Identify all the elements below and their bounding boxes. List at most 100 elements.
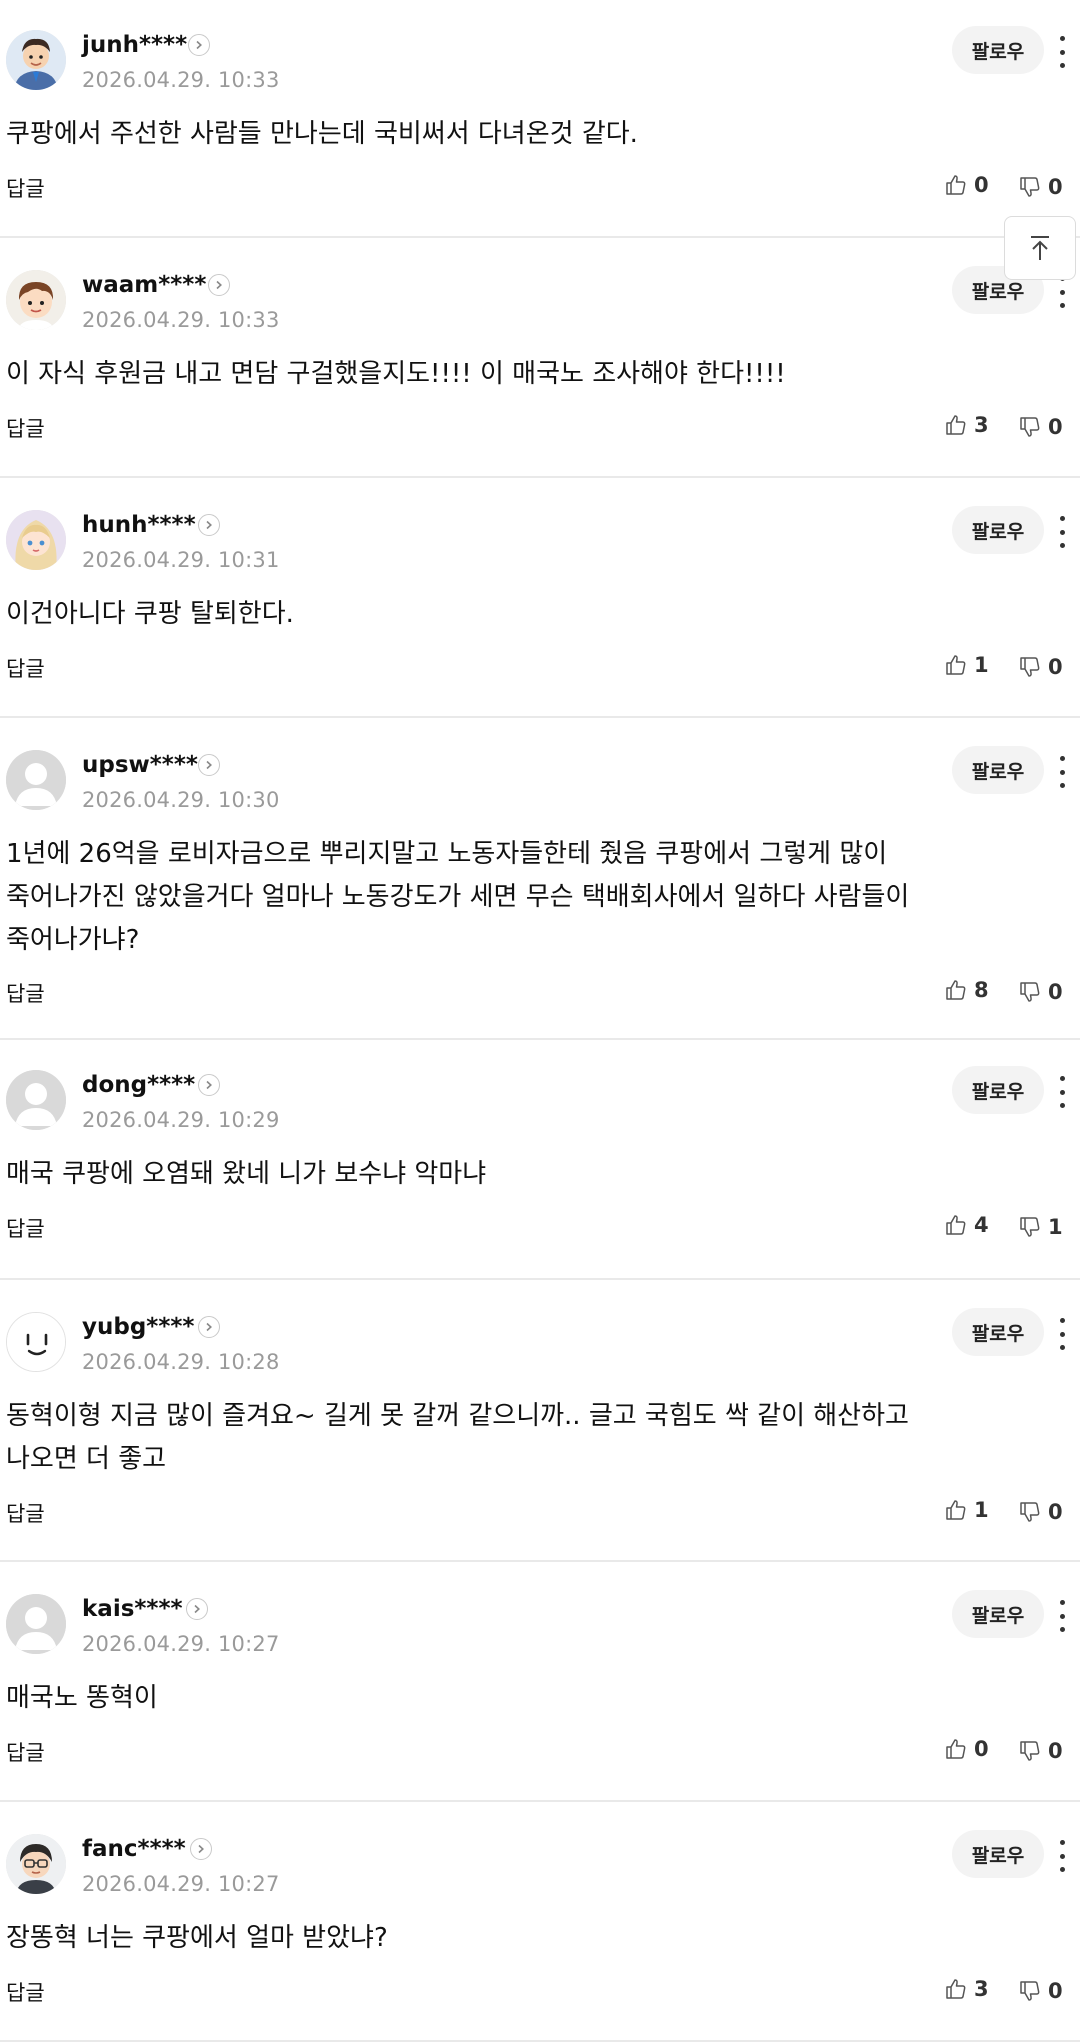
more-options-icon[interactable] <box>1052 1836 1072 1876</box>
divider <box>0 236 1080 238</box>
dislike-button[interactable]: 1 <box>1018 1213 1063 1241</box>
divider <box>0 476 1080 478</box>
scroll-to-top-button[interactable] <box>1004 216 1076 280</box>
divider <box>0 1800 1080 1802</box>
thumbs-down-icon <box>1020 657 1040 677</box>
dislike-button[interactable]: 0 <box>1018 413 1063 441</box>
comment-text: 이건아니다 쿠팡 탈퇴한다. <box>6 599 294 629</box>
reply-button[interactable]: 답글 <box>6 173 45 203</box>
timestamp: 2026.04.29. 10:27 <box>82 1632 280 1656</box>
like-button[interactable]: 1 <box>944 1496 989 1524</box>
thumbs-down-icon <box>1020 417 1040 437</box>
username[interactable]: kais**** <box>82 1596 183 1622</box>
follow-button[interactable]: 팔로우 <box>952 1830 1044 1878</box>
arrow-up-to-top-icon <box>1031 236 1049 260</box>
username[interactable]: junh**** <box>82 32 187 58</box>
divider <box>0 716 1080 718</box>
comment-text: 매국 쿠팡에 오염돼 왔네 니가 보수냐 악마냐 <box>6 1159 487 1189</box>
divider <box>0 1278 1080 1280</box>
timestamp: 2026.04.29. 10:33 <box>82 68 280 92</box>
reply-button[interactable]: 답글 <box>6 653 45 683</box>
like-button[interactable]: 0 <box>944 171 989 199</box>
reply-button[interactable]: 답글 <box>6 1737 45 1767</box>
chevron-right-icon[interactable] <box>198 754 220 776</box>
reply-button[interactable]: 답글 <box>6 1977 45 2007</box>
timestamp: 2026.04.29. 10:28 <box>82 1350 280 1374</box>
divider <box>0 2040 1080 2042</box>
dislike-button[interactable]: 0 <box>1018 173 1063 201</box>
like-button[interactable]: 4 <box>944 1211 989 1239</box>
like-button[interactable]: 0 <box>944 1735 989 1763</box>
chevron-right-icon[interactable] <box>198 1074 220 1096</box>
smiley-avatar[interactable] <box>6 1312 66 1372</box>
dislike-button[interactable]: 0 <box>1018 1977 1063 2005</box>
thumbs-down-icon <box>1020 1741 1040 1761</box>
thumbs-down-icon <box>1020 177 1040 197</box>
follow-button[interactable]: 팔로우 <box>952 746 1044 794</box>
chevron-right-icon[interactable] <box>188 34 210 56</box>
username[interactable]: hunh**** <box>82 512 196 538</box>
chevron-right-icon[interactable] <box>208 274 230 296</box>
chevron-right-icon[interactable] <box>186 1598 208 1620</box>
chevron-right-icon[interactable] <box>198 514 220 536</box>
thumbs-down-icon <box>1020 1217 1040 1237</box>
more-options-icon[interactable] <box>1052 512 1072 552</box>
girl-avatar[interactable] <box>6 510 66 570</box>
more-options-icon[interactable] <box>1052 1072 1072 1112</box>
default-avatar[interactable] <box>6 1070 66 1130</box>
reply-button[interactable]: 답글 <box>6 1213 45 1243</box>
chevron-right-icon[interactable] <box>198 1316 220 1338</box>
dislike-button[interactable]: 0 <box>1018 1737 1063 1765</box>
thumbs-up-icon <box>946 415 966 435</box>
default-avatar[interactable] <box>6 1594 66 1654</box>
follow-button[interactable]: 팔로우 <box>952 1308 1044 1356</box>
more-options-icon[interactable] <box>1052 1314 1072 1354</box>
reply-button[interactable]: 답글 <box>6 413 45 443</box>
timestamp: 2026.04.29. 10:33 <box>82 308 280 332</box>
timestamp: 2026.04.29. 10:27 <box>82 1872 280 1896</box>
username[interactable]: fanc**** <box>82 1836 186 1862</box>
more-options-icon[interactable] <box>1052 32 1072 72</box>
like-button[interactable]: 3 <box>944 411 989 439</box>
chevron-right-icon[interactable] <box>190 1838 212 1860</box>
reply-button[interactable]: 답글 <box>6 1498 45 1528</box>
username[interactable]: yubg**** <box>82 1314 194 1340</box>
timestamp: 2026.04.29. 10:31 <box>82 548 280 572</box>
man-suit-avatar[interactable] <box>6 30 66 90</box>
more-options-icon[interactable] <box>1052 1596 1072 1636</box>
comment-text: 1년에 26억을 로비자금으로 뿌리지말고 노동자들한테 줬음 쿠팡에서 그렇게… <box>6 839 910 955</box>
boy-avatar[interactable] <box>6 270 66 330</box>
dislike-button[interactable]: 0 <box>1018 653 1063 681</box>
divider <box>0 1560 1080 1562</box>
reply-button[interactable]: 답글 <box>6 978 45 1008</box>
follow-button[interactable]: 팔로우 <box>952 1066 1044 1114</box>
comment-text: 동혁이형 지금 많이 즐겨요~ 길게 못 갈꺼 같으니까.. 글고 국힘도 싹 … <box>6 1401 909 1474</box>
default-avatar[interactable] <box>6 750 66 810</box>
like-button[interactable]: 1 <box>944 651 989 679</box>
thumbs-up-icon <box>946 175 966 195</box>
timestamp: 2026.04.29. 10:30 <box>82 788 280 812</box>
thumbs-up-icon <box>946 655 966 675</box>
more-options-icon[interactable] <box>1052 752 1072 792</box>
glasses-man-avatar[interactable] <box>6 1834 66 1894</box>
comment-text: 쿠팡에서 주선한 사람들 만나는데 국비써서 다녀온것 같다. <box>6 119 638 149</box>
dislike-button[interactable]: 0 <box>1018 1498 1063 1526</box>
thumbs-up-icon <box>946 1500 966 1520</box>
follow-button[interactable]: 팔로우 <box>952 1590 1044 1638</box>
comment-text: 매국노 똥혁이 <box>6 1683 158 1713</box>
username[interactable]: upsw**** <box>82 752 198 778</box>
thumbs-up-icon <box>946 1979 966 1999</box>
username[interactable]: dong**** <box>82 1072 195 1098</box>
thumbs-up-icon <box>946 1739 966 1759</box>
follow-button[interactable]: 팔로우 <box>952 26 1044 74</box>
thumbs-up-icon <box>946 1215 966 1235</box>
comment-text: 이 자식 후원금 내고 면담 구걸했을지도!!!! 이 매국노 조사해야 한다!… <box>6 359 786 389</box>
follow-button[interactable]: 팔로우 <box>952 506 1044 554</box>
like-button[interactable]: 3 <box>944 1975 989 2003</box>
thumbs-down-icon <box>1020 1981 1040 2001</box>
like-button[interactable]: 8 <box>944 976 989 1004</box>
username[interactable]: waam**** <box>82 272 206 298</box>
thumbs-down-icon <box>1020 1502 1040 1522</box>
dislike-button[interactable]: 0 <box>1018 978 1063 1006</box>
divider <box>0 1038 1080 1040</box>
